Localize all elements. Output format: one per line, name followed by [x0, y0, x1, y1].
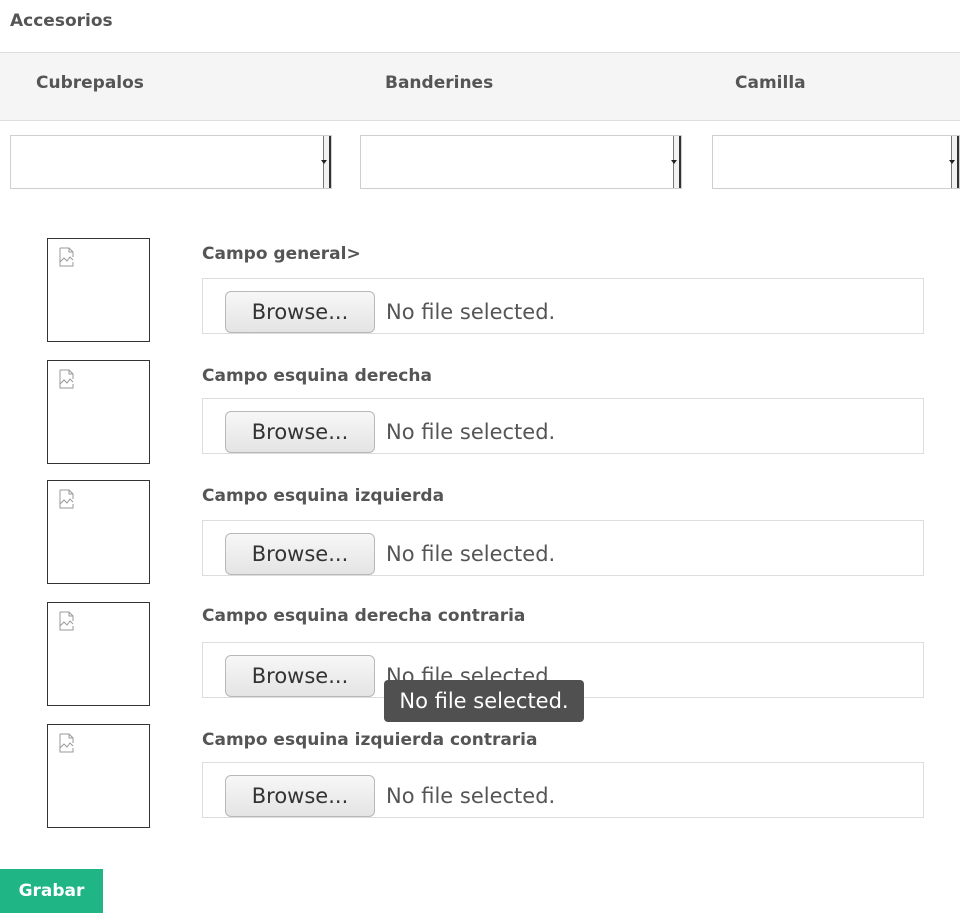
- chevron-down-icon: [321, 160, 327, 164]
- cubrepalos-select[interactable]: [10, 135, 332, 189]
- file-input-campo-esquina-derecha[interactable]: Browse... No file selected.: [202, 398, 924, 454]
- image-preview-campo-esquina-derecha: [47, 360, 150, 464]
- image-preview-campo-esquina-derecha-contraria: [47, 602, 150, 706]
- browse-button[interactable]: Browse...: [225, 775, 375, 817]
- file-status: No file selected.: [386, 420, 556, 444]
- broken-image-icon: [59, 733, 74, 753]
- column-header-camilla: Camilla: [735, 73, 806, 93]
- broken-image-icon: [59, 489, 74, 509]
- chevron-down-icon: [949, 160, 955, 164]
- image-preview-campo-general: [47, 238, 150, 342]
- save-button[interactable]: Grabar: [0, 869, 103, 913]
- field-label-campo-general: Campo general>: [202, 244, 361, 264]
- broken-image-icon: [59, 247, 74, 267]
- browse-button[interactable]: Browse...: [225, 291, 375, 333]
- file-status: No file selected.: [386, 542, 556, 566]
- camilla-select[interactable]: [712, 135, 960, 189]
- column-header-banderines: Banderines: [385, 73, 494, 93]
- broken-image-icon: [59, 369, 74, 389]
- camilla-dropdown-arrow[interactable]: [949, 136, 959, 188]
- accessories-header: Cubrepalos Banderines Camilla: [0, 52, 960, 121]
- file-status: No file selected.: [386, 784, 556, 808]
- browse-button[interactable]: Browse...: [225, 655, 375, 697]
- file-input-campo-esquina-izquierda[interactable]: Browse... No file selected.: [202, 520, 924, 576]
- image-preview-campo-esquina-izquierda: [47, 480, 150, 584]
- field-label-campo-esquina-izquierda-contraria: Campo esquina izquierda contraria: [202, 730, 538, 750]
- browse-button[interactable]: Browse...: [225, 533, 375, 575]
- banderines-select[interactable]: [360, 135, 682, 189]
- section-title: Accesorios: [10, 11, 113, 31]
- file-status: No file selected.: [386, 300, 556, 324]
- cubrepalos-dropdown-arrow[interactable]: [321, 136, 331, 188]
- browse-button[interactable]: Browse...: [225, 411, 375, 453]
- image-preview-campo-esquina-izquierda-contraria: [47, 724, 150, 828]
- column-header-cubrepalos: Cubrepalos: [36, 73, 144, 93]
- chevron-down-icon: [671, 160, 677, 164]
- field-label-campo-esquina-izquierda: Campo esquina izquierda: [202, 486, 445, 506]
- field-label-campo-esquina-derecha: Campo esquina derecha: [202, 366, 432, 386]
- file-input-campo-general[interactable]: Browse... No file selected.: [202, 278, 924, 334]
- field-label-campo-esquina-derecha-contraria: Campo esquina derecha contraria: [202, 606, 526, 626]
- file-status-tooltip: No file selected.: [384, 680, 584, 722]
- broken-image-icon: [59, 611, 74, 631]
- file-input-campo-esquina-izquierda-contraria[interactable]: Browse... No file selected.: [202, 762, 924, 818]
- banderines-dropdown-arrow[interactable]: [671, 136, 681, 188]
